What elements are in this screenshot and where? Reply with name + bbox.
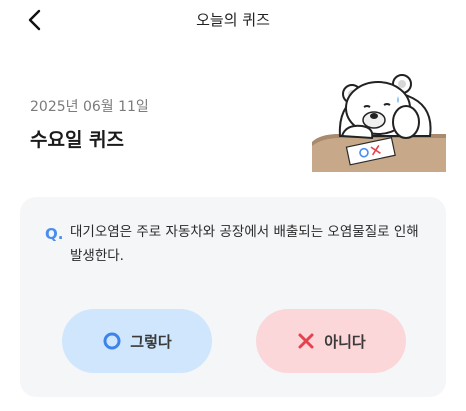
quiz-date: 2025년 06월 11일 bbox=[30, 99, 149, 115]
yes-answer-label: 그렇다 bbox=[130, 332, 172, 351]
question-text: 대기오염은 주로 자동차와 공장에서 배출되는 오염물질로 인해 발생한다. bbox=[70, 224, 419, 264]
no-answer-button[interactable]: 아니다 bbox=[256, 309, 406, 373]
quiz-title: 수요일 퀴즈 bbox=[30, 129, 125, 151]
quiz-card: Q. 대기오염은 주로 자동차와 공장에서 배출되는 오염물질로 인해 발생한다… bbox=[20, 197, 446, 397]
circle-o-icon bbox=[102, 331, 122, 351]
yes-answer-button[interactable]: 그렇다 bbox=[62, 309, 212, 373]
page-title: 오늘의 퀴즈 bbox=[196, 11, 270, 29]
x-icon bbox=[296, 331, 316, 351]
question-label: Q. bbox=[45, 225, 64, 243]
no-answer-label: 아니다 bbox=[324, 332, 366, 351]
header-bar: 오늘의 퀴즈 bbox=[0, 0, 466, 40]
bear-ox-quiz-illustration bbox=[312, 74, 446, 172]
